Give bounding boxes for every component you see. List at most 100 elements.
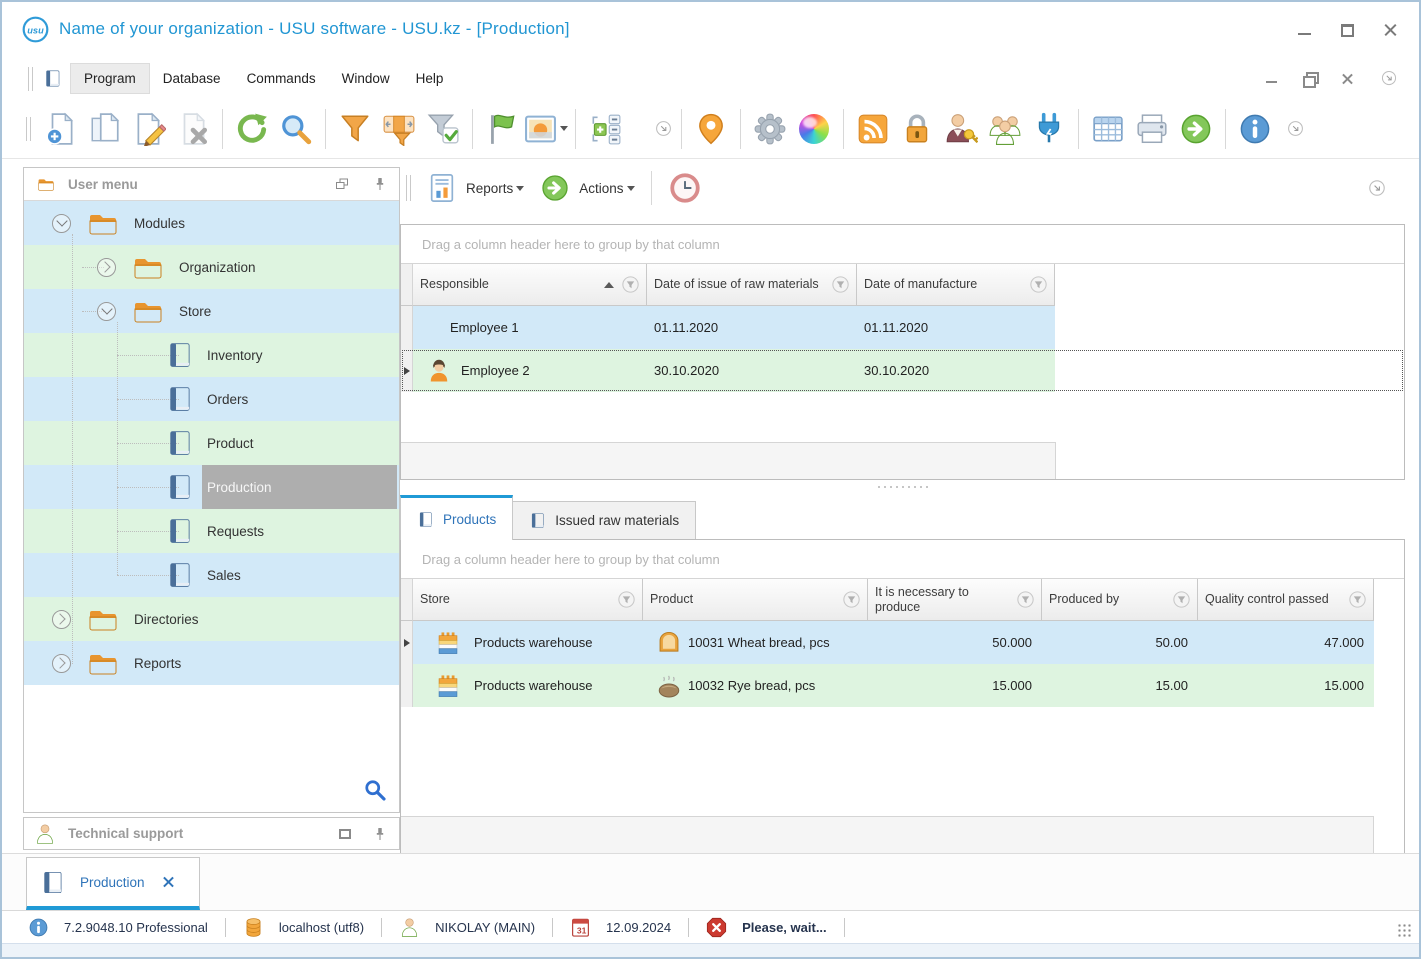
sidebar-item-product[interactable]: Product xyxy=(24,421,399,465)
new-record-button[interactable] xyxy=(39,107,83,151)
sidebar-item-inventory[interactable]: Inventory xyxy=(24,333,399,377)
column-header-produced-by[interactable]: Produced by xyxy=(1042,579,1198,621)
color-theme-button[interactable] xyxy=(792,107,836,151)
menu-database[interactable]: Database xyxy=(150,64,234,93)
filter-button[interactable] xyxy=(333,107,377,151)
grid1-group-panel[interactable]: Drag a column header here to group by th… xyxy=(401,225,1404,264)
toolbar-drag-handle[interactable] xyxy=(26,116,31,141)
mdi-minimize-button[interactable] xyxy=(1266,73,1277,84)
column-header-necessary-to-produce[interactable]: It is necessary to produce xyxy=(868,579,1042,621)
user-groups-button[interactable] xyxy=(983,107,1027,151)
mdi-restore-button[interactable] xyxy=(1303,71,1319,88)
sidebar-item-sales[interactable]: Sales xyxy=(24,553,399,597)
table-export-button[interactable] xyxy=(1086,107,1130,151)
collapse-icon[interactable] xyxy=(97,301,116,321)
cell-date-of-manufacture[interactable]: 01.11.2020 xyxy=(857,306,1055,349)
window-close-button[interactable] xyxy=(1384,24,1397,37)
sidebar-item-requests[interactable]: Requests xyxy=(24,509,399,553)
column-filter-icon[interactable] xyxy=(1030,276,1047,293)
subtoolbar-drag-handle[interactable] xyxy=(406,175,411,201)
settings-button[interactable] xyxy=(748,107,792,151)
resize-grip[interactable] xyxy=(1398,924,1412,938)
table-row[interactable]: Employee 1 01.11.2020 01.11.2020 xyxy=(401,306,1404,349)
cell-product[interactable]: 10031 Wheat bread, pcs xyxy=(643,621,868,664)
column-filter-icon[interactable] xyxy=(832,276,849,293)
edit-record-button[interactable] xyxy=(127,107,171,151)
cell-produced-by[interactable]: 50.00 xyxy=(1042,621,1198,664)
toolbar-overflow-icon-2[interactable] xyxy=(1285,118,1306,139)
cell-store[interactable]: Products warehouse xyxy=(413,621,643,664)
column-filter-icon[interactable] xyxy=(1349,591,1366,608)
expand-icon[interactable] xyxy=(52,609,71,629)
column-header-date-of-issue[interactable]: Date of issue of raw materials xyxy=(647,264,857,306)
column-header-quality-control[interactable]: Quality control passed xyxy=(1198,579,1374,621)
cell-date-of-issue[interactable]: 30.10.2020 xyxy=(647,349,857,392)
window-maximize-button[interactable] xyxy=(1341,24,1354,37)
print-button[interactable] xyxy=(1130,107,1174,151)
sidebar-item-store[interactable]: Store xyxy=(24,289,399,333)
cell-quality[interactable]: 47.000 xyxy=(1198,621,1374,664)
collapse-icon[interactable] xyxy=(52,213,71,233)
column-header-product[interactable]: Product xyxy=(643,579,868,621)
menu-window[interactable]: Window xyxy=(329,64,403,93)
column-header-date-of-manufacture[interactable]: Date of manufacture xyxy=(857,264,1055,306)
cells-button[interactable] xyxy=(583,107,627,151)
user-access-button[interactable] xyxy=(939,107,983,151)
document-tab-production[interactable]: Production xyxy=(26,857,200,910)
cell-produced-by[interactable]: 15.00 xyxy=(1042,664,1198,707)
column-header-store[interactable]: Store xyxy=(413,579,643,621)
image-button[interactable] xyxy=(524,107,568,151)
reports-dropdown-button[interactable]: Reports xyxy=(419,169,532,207)
delete-record-button[interactable] xyxy=(171,107,215,151)
flag-button[interactable] xyxy=(480,107,524,151)
cell-responsible[interactable]: Employee 1 xyxy=(413,306,647,349)
tab-products[interactable]: Products xyxy=(400,495,514,540)
expand-icon[interactable] xyxy=(52,653,71,673)
close-tab-icon[interactable] xyxy=(163,877,174,888)
table-row[interactable]: Products warehouse 10031 Wheat bread, pc… xyxy=(401,621,1404,664)
sidebar-item-modules[interactable]: Modules xyxy=(24,201,399,245)
cell-store[interactable]: Products warehouse xyxy=(413,664,643,707)
column-filter-icon[interactable] xyxy=(618,591,635,608)
menubar-drag-handle[interactable] xyxy=(28,66,33,91)
image-dropdown-caret[interactable] xyxy=(560,126,568,131)
tree-search-icon[interactable] xyxy=(363,778,387,802)
column-filter-icon[interactable] xyxy=(622,276,639,293)
cell-product[interactable]: 10032 Rye bread, pcs xyxy=(643,664,868,707)
cell-necessary[interactable]: 15.000 xyxy=(868,664,1042,707)
go-next-button[interactable] xyxy=(1174,107,1218,151)
copy-record-button[interactable] xyxy=(83,107,127,151)
maximize-panel-icon[interactable] xyxy=(339,828,351,839)
filter-settings-button[interactable] xyxy=(377,107,421,151)
sidebar-item-organization[interactable]: Organization xyxy=(24,245,399,289)
sidebar-item-reports[interactable]: Reports xyxy=(24,641,399,685)
pin-icon[interactable] xyxy=(371,826,389,842)
table-row-selected[interactable]: Employee 2 30.10.2020 30.10.2020 xyxy=(401,349,1404,392)
column-filter-icon[interactable] xyxy=(1017,591,1034,608)
lock-button[interactable] xyxy=(895,107,939,151)
rss-button[interactable] xyxy=(851,107,895,151)
pin-icon[interactable] xyxy=(371,176,389,192)
cell-responsible[interactable]: Employee 2 xyxy=(413,349,647,392)
refresh-button[interactable] xyxy=(230,107,274,151)
cell-date-of-issue[interactable]: 01.11.2020 xyxy=(647,306,857,349)
column-filter-icon[interactable] xyxy=(843,591,860,608)
menubar-overflow-icon[interactable] xyxy=(1379,68,1399,88)
window-minimize-button[interactable] xyxy=(1298,24,1311,37)
menu-help[interactable]: Help xyxy=(403,64,457,93)
horizontal-splitter[interactable] xyxy=(400,481,1405,494)
menu-commands[interactable]: Commands xyxy=(234,64,329,93)
toolbar-overflow-icon[interactable] xyxy=(653,118,674,139)
column-filter-icon[interactable] xyxy=(1173,591,1190,608)
cell-date-of-manufacture[interactable]: 30.10.2020 xyxy=(857,349,1055,392)
technical-support-panel[interactable]: Technical support xyxy=(23,817,400,850)
float-panel-icon[interactable] xyxy=(333,176,351,192)
grid2-group-panel[interactable]: Drag a column header here to group by th… xyxy=(401,540,1404,579)
sidebar-item-directories[interactable]: Directories xyxy=(24,597,399,641)
tab-issued-raw-materials[interactable]: Issued raw materials xyxy=(513,501,697,540)
table-row[interactable]: Products warehouse 10032 Rye bread, pcs … xyxy=(401,664,1404,707)
plugin-button[interactable] xyxy=(1027,107,1071,151)
info-button[interactable] xyxy=(1233,107,1277,151)
sidebar-item-production[interactable]: Production xyxy=(24,465,399,509)
actions-dropdown-button[interactable]: Actions xyxy=(532,169,642,207)
